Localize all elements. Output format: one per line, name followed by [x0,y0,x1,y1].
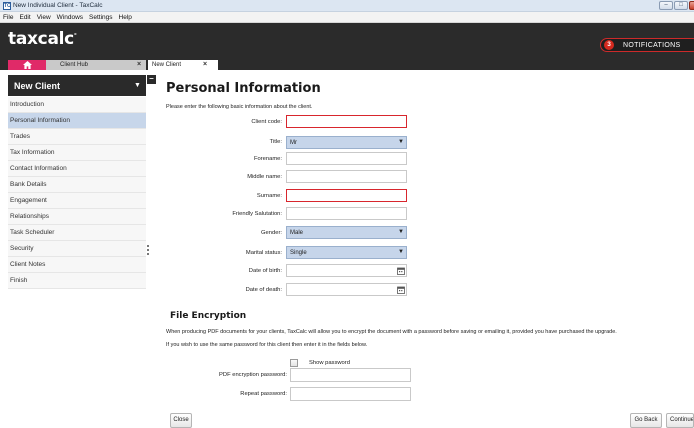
menu-file[interactable]: File [3,14,13,21]
continue-button[interactable]: Continue [666,413,694,428]
encryption-description: When producing PDF documents for your cl… [166,329,617,335]
tab-client-hub-label: Client Hub [60,62,89,68]
title-select[interactable]: Mr ▼ [286,136,407,149]
sidebar-item-engagement[interactable]: Engagement [8,193,146,209]
close-button[interactable]: Close [170,413,192,428]
minimize-button[interactable]: – [659,1,673,10]
home-icon [23,61,32,69]
pdf-encryption-password-input[interactable] [290,368,411,382]
tab-client-hub[interactable]: Client Hub × [8,60,146,70]
go-back-button[interactable]: Go Back [630,413,662,428]
encryption-instructions: If you wish to use the same password for… [166,342,368,348]
sidebar-header[interactable]: New Client ▼ [8,75,146,96]
marital-status-label: Marital status: [245,250,282,256]
page-title: Personal Information [166,81,321,96]
calendar-icon[interactable] [397,267,405,275]
date-of-birth-label: Date of birth: [248,268,282,274]
friendly-salutation-label: Friendly Salutation: [232,211,282,217]
sidebar-item-contact-information[interactable]: Contact Information [8,161,146,177]
close-window-button[interactable]: × [689,1,694,10]
surname-label: Surname: [256,193,282,199]
menu-windows[interactable]: Windows [57,14,83,21]
title-select-value: Mr [290,140,297,146]
app-icon: TC [3,2,11,10]
calendar-icon[interactable] [397,286,405,294]
date-of-birth-input[interactable] [286,264,407,277]
sidebar-item-relationships[interactable]: Relationships [8,209,146,225]
forename-input[interactable] [286,152,407,165]
chevron-down-icon[interactable]: ▼ [134,82,141,89]
window-titlebar: TC New Individual Client - TaxCalc – □ × [0,0,694,12]
sidebar-item-bank-details[interactable]: Bank Details [8,177,146,193]
menu-settings[interactable]: Settings [89,14,113,21]
client-code-label: Client code: [251,119,282,125]
pane-splitter-handle[interactable] [147,245,149,259]
show-password-checkbox[interactable] [290,359,298,367]
tab-new-client[interactable]: New Client × [148,60,218,70]
chevron-down-icon: ▼ [398,229,404,235]
gender-select-value: Male [290,230,304,236]
notification-count-badge: 3 [604,40,614,50]
tab-new-client-close-icon[interactable]: × [203,61,207,68]
tab-client-hub-close-icon[interactable]: × [137,61,141,68]
brand-header [0,23,694,59]
surname-input[interactable] [286,189,407,202]
chevron-down-icon: ▼ [398,249,404,255]
menu-view[interactable]: View [37,14,51,21]
menu-help[interactable]: Help [119,14,132,21]
sidebar-item-trades[interactable]: Trades [8,129,146,145]
friendly-salutation-input[interactable] [286,207,407,220]
sidebar-item-tax-information[interactable]: Tax Information [8,145,146,161]
sidebar: New Client ▼ Introduction Personal Infor… [8,75,146,428]
date-of-death-label: Date of death: [245,287,282,293]
maximize-button[interactable]: □ [674,1,688,10]
menu-edit[interactable]: Edit [19,14,30,21]
collapse-sidebar-button[interactable]: – [147,75,156,84]
repeat-password-input[interactable] [290,387,411,401]
sidebar-item-personal-information[interactable]: Personal Information [8,113,146,129]
middle-name-label: Middle name: [247,174,282,180]
sidebar-item-introduction[interactable]: Introduction [8,97,146,113]
chevron-down-icon: ▼ [398,139,404,145]
window-title: New Individual Client - TaxCalc [13,2,103,9]
gender-select[interactable]: Male ▼ [286,226,407,239]
middle-name-input[interactable] [286,170,407,183]
notifications-label: NOTIFICATIONS [623,42,681,49]
sidebar-item-security[interactable]: Security [8,241,146,257]
sidebar-item-task-scheduler[interactable]: Task Scheduler [8,225,146,241]
home-button[interactable] [8,60,46,70]
gender-label: Gender: [261,230,282,236]
client-code-input[interactable] [286,115,407,128]
intro-text: Please enter the following basic informa… [166,104,313,110]
taxcalc-logo: taxcalc° [8,29,77,49]
marital-status-select[interactable]: Single ▼ [286,246,407,259]
show-password-label: Show password [309,360,350,366]
sidebar-item-client-notes[interactable]: Client Notes [8,257,146,273]
repeat-password-label: Repeat password: [240,391,287,397]
notifications-button[interactable]: 3 NOTIFICATIONS [600,38,694,52]
marital-status-select-value: Single [290,250,307,256]
tab-new-client-label: New Client [152,62,182,68]
sidebar-list: Introduction Personal Information Trades… [8,97,146,289]
file-encryption-heading: File Encryption [170,311,247,321]
menu-bar: File Edit View Windows Settings Help [0,12,694,23]
forename-label: Forename: [253,156,282,162]
sidebar-item-finish[interactable]: Finish [8,273,146,289]
date-of-death-input[interactable] [286,283,407,296]
title-label: Title: [269,139,282,145]
sidebar-title: New Client [14,81,61,91]
pdf-encryption-password-label: PDF encryption password: [219,372,287,378]
